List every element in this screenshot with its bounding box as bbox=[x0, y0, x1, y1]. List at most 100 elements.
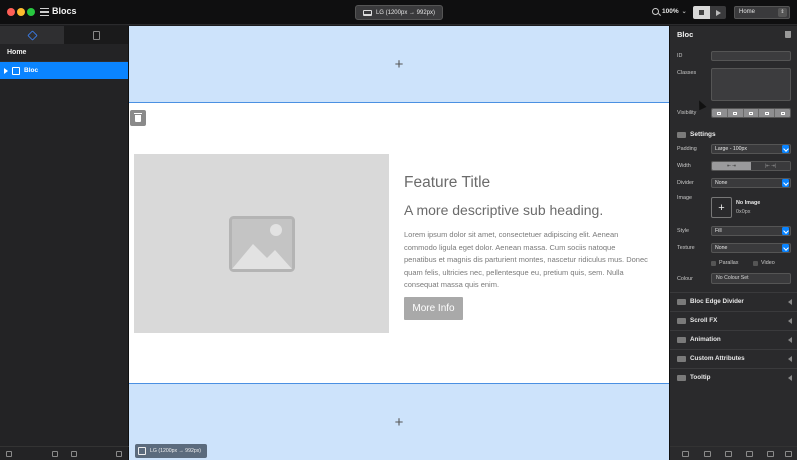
texture-value: None bbox=[715, 245, 728, 251]
add-icon[interactable] bbox=[6, 451, 12, 457]
divider-value: None bbox=[715, 180, 728, 186]
zoom-level: 100% bbox=[662, 8, 679, 15]
right-panel-footer bbox=[670, 446, 797, 460]
section-tooltip[interactable]: Tooltip bbox=[670, 368, 797, 386]
bloc-icon bbox=[12, 66, 20, 75]
style-select[interactable]: Fill bbox=[711, 226, 791, 236]
style-label: Style bbox=[677, 228, 689, 234]
section-scroll-fx[interactable]: Scroll FX bbox=[670, 311, 797, 329]
tab-pages[interactable] bbox=[64, 26, 128, 44]
visibility-sm-toggle[interactable] bbox=[759, 109, 776, 117]
add-bloc-dropzone-top[interactable]: + bbox=[129, 26, 669, 103]
sub-heading[interactable]: A more descriptive sub heading. bbox=[404, 202, 603, 218]
preview-controls bbox=[693, 6, 726, 19]
laptop-icon bbox=[733, 111, 738, 115]
stop-button[interactable] bbox=[693, 6, 710, 19]
video-checkbox[interactable]: Video bbox=[753, 260, 775, 266]
section-animation[interactable]: Animation bbox=[670, 330, 797, 348]
colour-label: Colour bbox=[677, 276, 693, 282]
title-bar: Blocs LG (1200px → 992px) 100% ⌄ Home ⇕ bbox=[0, 0, 797, 25]
attributes-icon bbox=[677, 355, 686, 362]
add-image-button[interactable]: + bbox=[711, 197, 732, 218]
search-icon bbox=[652, 8, 659, 15]
colour-picker-button[interactable]: No Colour Set bbox=[711, 273, 791, 284]
assets-icon[interactable] bbox=[767, 451, 774, 457]
page-heading-home: Home bbox=[0, 44, 128, 62]
split-layout-icon[interactable] bbox=[71, 451, 77, 457]
app-title: Blocs bbox=[52, 6, 77, 16]
code-icon[interactable] bbox=[682, 451, 689, 457]
body-paragraph[interactable]: Lorem ipsum dolor sit amet, consectetuer… bbox=[404, 229, 649, 292]
visibility-lg-toggle[interactable] bbox=[727, 109, 744, 117]
column-layout-icon[interactable] bbox=[52, 451, 58, 457]
style-value: Fill bbox=[715, 228, 722, 234]
inspector-title: Bloc bbox=[677, 30, 694, 39]
play-preview-button[interactable] bbox=[710, 6, 726, 19]
id-label: ID bbox=[677, 53, 683, 59]
section-label: Tooltip bbox=[690, 374, 711, 381]
tab-layers[interactable] bbox=[0, 26, 64, 44]
device-size-selector[interactable]: LG (1200px → 992px) bbox=[355, 5, 443, 20]
width-full-option[interactable]: |⇤ ⇥| bbox=[751, 162, 790, 170]
section-label: Bloc Edge Divider bbox=[690, 298, 744, 305]
collapse-arrow-icon bbox=[788, 299, 792, 305]
section-bloc-edge-divider[interactable]: Bloc Edge Divider bbox=[670, 292, 797, 310]
edge-divider-icon bbox=[677, 298, 686, 305]
divider-select[interactable]: None bbox=[711, 178, 791, 188]
id-input[interactable] bbox=[711, 51, 791, 61]
settings-icon[interactable] bbox=[785, 451, 792, 457]
image-icon[interactable] bbox=[704, 451, 711, 457]
device-size-label: LG (1200px → 992px) bbox=[375, 9, 436, 16]
delete-bloc-button[interactable] bbox=[130, 110, 146, 126]
zoom-control[interactable]: 100% ⌄ bbox=[652, 8, 687, 15]
collapse-arrow-icon bbox=[788, 356, 792, 362]
width-fixed-option[interactable]: ⇤ ⇥ bbox=[712, 162, 751, 170]
disclosure-triangle-icon[interactable] bbox=[4, 67, 8, 74]
blocs-app-window: Blocs LG (1200px → 992px) 100% ⌄ Home ⇕ … bbox=[0, 0, 797, 460]
visibility-all-toggle[interactable] bbox=[775, 109, 790, 117]
section-label: Animation bbox=[690, 336, 721, 343]
eye-icon bbox=[780, 111, 785, 115]
image-label: Image bbox=[677, 195, 692, 201]
tablet-icon bbox=[748, 111, 753, 115]
trash-icon[interactable] bbox=[116, 451, 122, 457]
add-bloc-dropzone-bottom[interactable]: + bbox=[129, 383, 669, 460]
laptop-icon bbox=[362, 9, 372, 16]
collapse-arrow-icon bbox=[788, 337, 792, 343]
parallax-checkbox[interactable]: Parallax bbox=[711, 260, 738, 266]
right-inspector-panel: Bloc ID Classes Visibility Settings Padd… bbox=[669, 26, 797, 460]
components-icon[interactable] bbox=[746, 451, 753, 457]
zoom-window-button[interactable] bbox=[27, 8, 35, 16]
section-custom-attributes[interactable]: Custom Attributes bbox=[670, 349, 797, 367]
trash-icon[interactable] bbox=[785, 31, 791, 38]
visibility-toggle-group bbox=[711, 108, 791, 118]
classes-input[interactable] bbox=[711, 68, 791, 101]
parallax-label: Parallax bbox=[719, 260, 739, 266]
hamburger-menu-icon[interactable] bbox=[40, 8, 49, 16]
tree-item-bloc[interactable]: Bloc bbox=[0, 62, 128, 79]
layout-icon[interactable] bbox=[725, 451, 732, 457]
breakpoint-indicator[interactable]: LG (1200px → 992px) bbox=[135, 444, 207, 458]
feature-title[interactable]: Feature Title bbox=[404, 174, 490, 192]
plus-icon: + bbox=[394, 55, 404, 73]
trash-icon bbox=[134, 112, 142, 122]
page-icon bbox=[92, 30, 100, 40]
design-canvas[interactable]: + Feature Title A more descriptive sub h… bbox=[129, 26, 669, 460]
phone-icon bbox=[764, 111, 769, 115]
minimize-window-button[interactable] bbox=[17, 8, 25, 16]
page-select-value: Home bbox=[739, 9, 756, 15]
more-info-button[interactable]: More Info bbox=[404, 297, 463, 320]
chevron-updown-icon bbox=[782, 244, 789, 252]
padding-label: Padding bbox=[677, 146, 697, 152]
image-placeholder[interactable] bbox=[134, 154, 389, 333]
texture-select[interactable]: None bbox=[711, 243, 791, 253]
visibility-md-toggle[interactable] bbox=[743, 109, 760, 117]
plus-icon: + bbox=[394, 413, 404, 431]
collapse-arrow-icon bbox=[788, 375, 792, 381]
checkbox-icon bbox=[753, 260, 758, 266]
close-window-button[interactable] bbox=[7, 8, 15, 16]
checkbox-icon bbox=[711, 260, 716, 266]
page-select[interactable]: Home ⇕ bbox=[734, 6, 790, 19]
visibility-xl-toggle[interactable] bbox=[712, 109, 728, 117]
padding-select[interactable]: Large - 100px bbox=[711, 144, 791, 154]
